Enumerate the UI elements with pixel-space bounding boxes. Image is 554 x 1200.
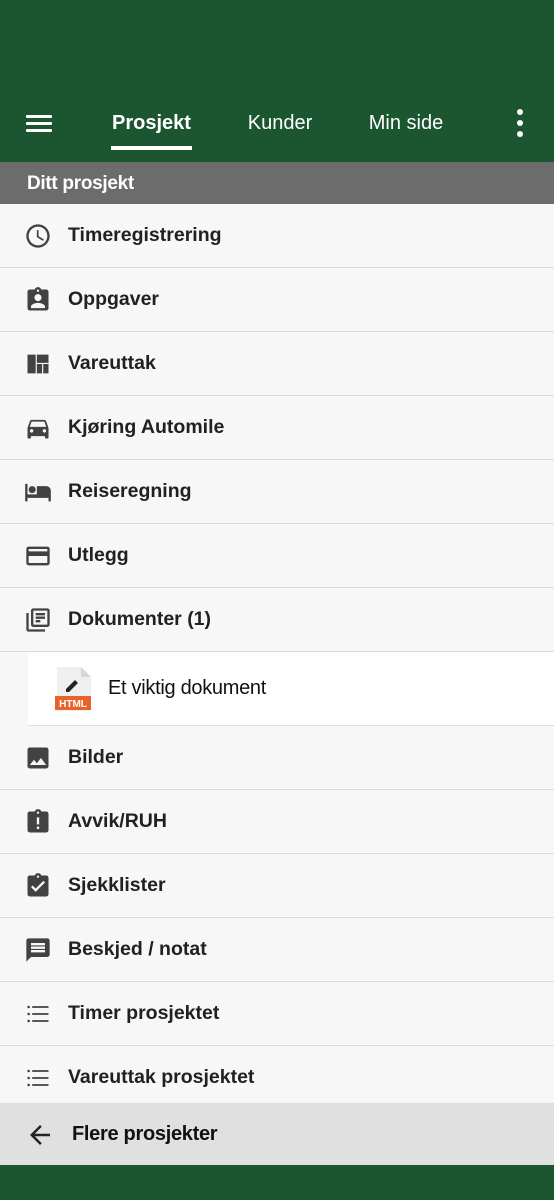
tab-prosjekt[interactable]: Prosjekt — [111, 112, 192, 135]
menu-item-label: Oppgaver — [68, 288, 160, 310]
more-options-button[interactable] — [508, 106, 532, 140]
arrow-back-icon — [30, 1125, 50, 1145]
menu-item-vareuttak[interactable]: Vareuttak — [0, 332, 554, 396]
message-icon — [26, 938, 50, 962]
tab-bar: Prosjekt Kunder Min side — [0, 100, 554, 162]
assignment-ind-icon — [27, 287, 49, 311]
credit-card-icon — [26, 546, 50, 566]
menu-item-sjekklister[interactable]: Sjekklister — [0, 854, 554, 918]
menu-item-label: Avvik/RUH — [68, 810, 167, 832]
assignment-turned-in-icon — [27, 873, 49, 897]
menu-item-label: Bilder — [68, 746, 124, 768]
car-icon — [27, 419, 49, 439]
tab-min-side[interactable]: Min side — [364, 112, 448, 135]
more-vert-icon — [517, 109, 523, 115]
list-icon — [27, 1069, 49, 1087]
assignment-late-icon — [27, 809, 49, 833]
menu-item-dokumenter[interactable]: Dokumenter (1) — [0, 588, 554, 652]
document-label: Et viktig dokument — [108, 677, 267, 699]
list-icon — [27, 1005, 49, 1023]
tab-kunder[interactable]: Kunder — [243, 112, 317, 135]
menu-item-vareuttak-prosjektet[interactable]: Vareuttak prosjektet — [0, 1046, 554, 1110]
menu-item-label: Sjekklister — [68, 874, 166, 896]
menu-item-label: Dokumenter (1) — [68, 608, 212, 630]
more-vert-icon-dot — [517, 131, 523, 137]
section-header: Ditt prosjekt — [0, 162, 554, 204]
menu-item-utlegg[interactable]: Utlegg — [0, 524, 554, 588]
more-vert-icon-dot — [517, 120, 523, 126]
more-projects-button[interactable]: Flere prosjekter — [0, 1103, 554, 1165]
active-tab-indicator — [111, 146, 192, 150]
menu-item-bilder[interactable]: Bilder — [0, 726, 554, 790]
html-file-icon: HTML — [55, 667, 91, 711]
menu-item-label: Beskjed / notat — [68, 938, 207, 960]
html-badge-text: HTML — [59, 699, 87, 710]
menu-item-timeregistrering[interactable]: Timeregistrering — [0, 204, 554, 268]
menu-item-timer-prosjektet[interactable]: Timer prosjektet — [0, 982, 554, 1046]
menu-item-reiseregning[interactable]: Reiseregning — [0, 460, 554, 524]
menu-item-beskjed-notat[interactable]: Beskjed / notat — [0, 918, 554, 982]
menu-item-label: Kjøring Automile — [68, 416, 225, 438]
menu-item-label: Reiseregning — [68, 480, 192, 502]
menu-item-label: Vareuttak — [68, 352, 156, 374]
menu-item-kjoring-automile[interactable]: Kjøring Automile — [0, 396, 554, 460]
menu-item-label: Timeregistrering — [68, 224, 222, 246]
menu-item-label: Vareuttak prosjektet — [68, 1066, 255, 1088]
more-projects-label: Flere prosjekter — [72, 1123, 218, 1145]
menu-item-avvik-ruh[interactable]: Avvik/RUH — [0, 790, 554, 854]
menu-item-oppgaver[interactable]: Oppgaver — [0, 268, 554, 332]
clock-icon — [26, 224, 50, 248]
project-menu-list: Timeregistrering Oppgaver Vareuttak Kjør… — [0, 204, 554, 1110]
menu-item-label: Utlegg — [68, 544, 129, 566]
image-icon — [27, 747, 49, 769]
library-books-icon — [26, 608, 50, 632]
app-bar: Prosjekt Kunder Min side — [0, 0, 554, 162]
document-item[interactable]: HTML Et viktig dokument — [28, 652, 554, 726]
bottom-bar — [0, 1165, 554, 1200]
menu-item-label: Timer prosjektet — [68, 1002, 220, 1024]
hotel-bed-icon — [25, 483, 51, 502]
dashboard-icon — [27, 354, 49, 374]
